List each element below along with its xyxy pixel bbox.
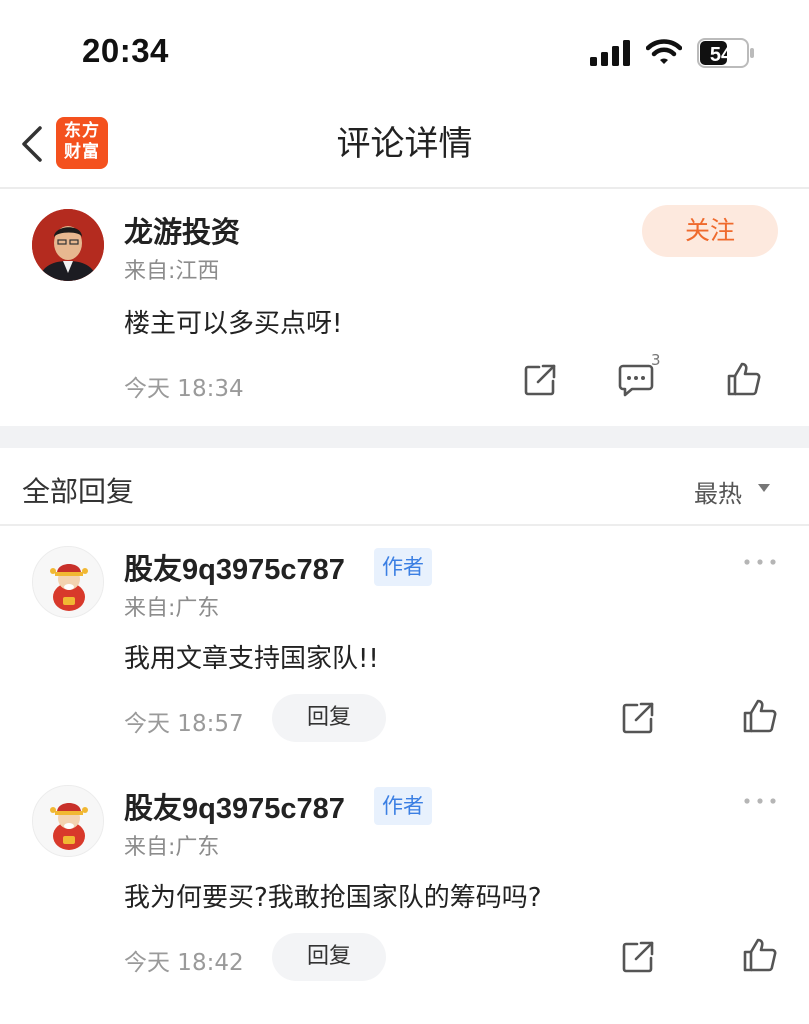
comment-icon[interactable] — [618, 363, 654, 397]
follow-button[interactable]: 关注 — [642, 205, 778, 257]
avatar[interactable] — [32, 546, 104, 618]
reply-user-name[interactable]: 股友9q3975c787 — [124, 546, 345, 588]
reply-button[interactable]: 回复 — [272, 694, 386, 742]
logo-line-2: 财富 — [64, 142, 100, 162]
thumbs-up-icon[interactable] — [726, 361, 762, 397]
reply-time: 今天 18:57 — [124, 711, 244, 737]
user-photo-icon — [32, 209, 104, 281]
avatar[interactable] — [32, 209, 104, 281]
author-badge: 作者 — [374, 787, 432, 825]
avatar[interactable] — [32, 785, 104, 857]
thumbs-up-icon[interactable] — [742, 937, 778, 973]
user-name[interactable]: 龙游投资 — [124, 209, 240, 251]
back-arrow-icon[interactable] — [16, 122, 46, 166]
reply-user-name[interactable]: 股友9q3975c787 — [124, 785, 345, 827]
reply-item: 股友9q3975c787 作者 来自:广东 我为何要买?我敢抢国家队的筹码吗? … — [0, 765, 809, 1005]
more-icon[interactable] — [742, 556, 778, 568]
reply-text: 我为何要买?我敢抢国家队的筹码吗? — [124, 883, 542, 913]
section-divider — [0, 426, 809, 448]
comment-time: 今天 18:34 — [124, 376, 244, 402]
reply-text: 我用文章支持国家队!! — [124, 644, 379, 674]
comment-count: 3 — [651, 351, 661, 369]
more-icon[interactable] — [742, 795, 778, 807]
app-logo[interactable]: 东方 财富 — [56, 117, 108, 169]
page-title: 评论详情 — [336, 124, 473, 164]
reply-time: 今天 18:42 — [124, 950, 244, 976]
caret-down-icon[interactable] — [758, 484, 770, 492]
battery-level: 54 — [710, 44, 733, 66]
share-icon[interactable] — [523, 363, 557, 397]
user-location: 来自:江西 — [124, 259, 220, 284]
logo-line-1: 东方 — [64, 121, 100, 141]
status-bar: 20:34 54 — [0, 0, 809, 100]
fortune-god-avatar-icon — [33, 547, 103, 617]
reply-item: 股友9q3975c787 作者 来自:广东 我用文章支持国家队!! 今天 18:… — [0, 526, 809, 766]
battery-icon: 54 — [697, 38, 754, 68]
reply-location: 来自:广东 — [124, 596, 220, 621]
reply-location: 来自:广东 — [124, 835, 220, 860]
sort-dropdown[interactable]: 最热 — [694, 474, 742, 509]
author-badge: 作者 — [374, 548, 432, 586]
wifi-icon — [646, 39, 682, 64]
replies-header: 全部回复 最热 — [0, 448, 809, 526]
nav-bar: 评论详情 东方 财富 — [0, 100, 809, 189]
reply-button[interactable]: 回复 — [272, 933, 386, 981]
fortune-god-avatar-icon — [33, 786, 103, 856]
comment-text: 楼主可以多买点呀! — [124, 309, 343, 339]
share-icon[interactable] — [621, 940, 655, 974]
signal-icon — [590, 40, 630, 66]
thumbs-up-icon[interactable] — [742, 698, 778, 734]
replies-title: 全部回复 — [22, 475, 135, 508]
main-comment: 龙游投资 来自:江西 关注 楼主可以多买点呀! 今天 18:34 3 — [0, 191, 809, 426]
status-time: 20:34 — [82, 32, 169, 69]
share-icon[interactable] — [621, 701, 655, 735]
